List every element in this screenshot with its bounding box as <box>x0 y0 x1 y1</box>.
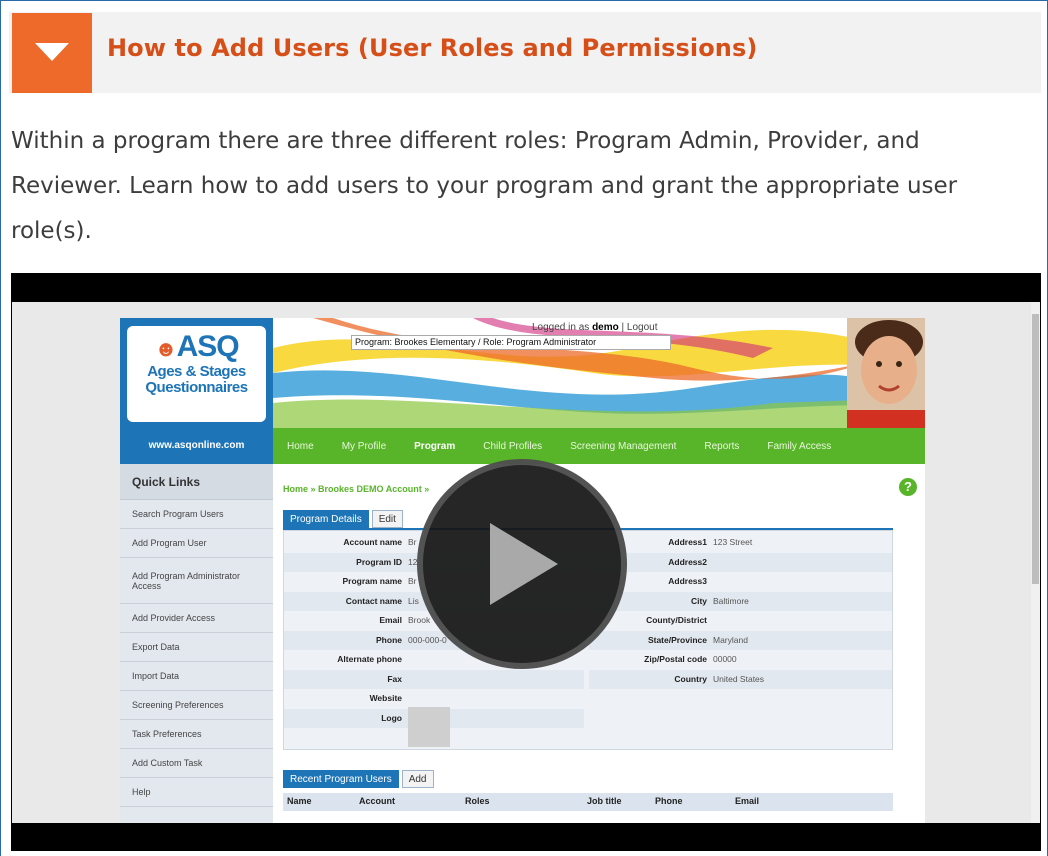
users-tabs: Recent Program Users Add <box>283 770 437 788</box>
quick-link-item: Add Program User <box>120 529 273 558</box>
quick-links-title: Quick Links <box>120 464 273 500</box>
help-icon: ? <box>899 478 917 496</box>
quick-link-item: Task Preferences <box>120 720 273 749</box>
breadcrumb: Home » Brookes DEMO Account » <box>283 484 430 494</box>
accordion-title[interactable]: How to Add Users (User Roles and Permiss… <box>107 34 757 62</box>
nav-screening-management: Screening Management <box>570 440 677 452</box>
details-label: Program ID <box>356 556 402 567</box>
login-status: Logged in as demo | Logout <box>532 322 658 333</box>
chevron-down-icon <box>35 43 69 61</box>
details-tabs: Program Details Edit <box>283 510 406 528</box>
details-label: Contact name <box>345 595 402 606</box>
details-value: Br <box>408 576 417 586</box>
details-row: Address2 <box>589 552 892 572</box>
details-row: Address3 <box>589 572 892 591</box>
tab-edit: Edit <box>371 510 403 528</box>
details-label: Fax <box>387 673 402 684</box>
details-label: Program name <box>342 576 402 586</box>
tab-program-details: Program Details <box>283 510 369 528</box>
details-value: Lis <box>408 595 419 606</box>
quick-link-item: Import Data <box>120 662 273 691</box>
users-column-header: Roles <box>465 796 490 806</box>
content-frame: How to Add Users (User Roles and Permiss… <box>0 0 1048 856</box>
users-column-header: Job title <box>587 796 622 806</box>
details-row: City Baltimore <box>589 591 892 611</box>
video-player[interactable]: ☻ASQ Ages & Stages Questionnaires www.as… <box>11 273 1041 851</box>
play-button[interactable] <box>417 459 627 669</box>
details-row: County/District <box>589 611 892 630</box>
nav-my-profile: My Profile <box>341 440 387 452</box>
logo-placeholder <box>408 707 450 747</box>
site-logo: ☻ASQ Ages & Stages Questionnaires <box>120 318 273 428</box>
details-label: State/Province <box>647 634 707 645</box>
quick-link-item: Add Program Administrator Access <box>120 558 273 604</box>
nav-child-profiles: Child Profiles <box>483 440 543 452</box>
quick-link-item: Screening Preferences <box>120 691 273 720</box>
details-value: 00000 <box>713 654 737 664</box>
details-value: Baltimore <box>713 595 749 606</box>
details-row: Zip/Postal code 00000 <box>589 650 892 669</box>
quick-link-item: Help <box>120 778 273 807</box>
details-label: Email <box>379 615 402 625</box>
details-label: Account name <box>343 537 402 547</box>
site-banner: Logged in as demo | Logout Program: Broo… <box>273 318 925 428</box>
site-nav: Home My Profile Program Child Profiles S… <box>273 428 925 464</box>
details-value: Br <box>408 537 417 547</box>
users-column-header: Email <box>735 796 760 806</box>
nav-reports: Reports <box>704 440 740 452</box>
details-value: 123 Street <box>713 537 753 547</box>
details-value: Brook <box>408 615 431 625</box>
details-value: Maryland <box>713 634 748 645</box>
details-row: Website <box>284 689 584 708</box>
details-label: Phone <box>376 634 402 645</box>
nav-home: Home <box>287 440 314 452</box>
quick-link-item: Search Program Users <box>120 500 273 529</box>
child-photo <box>847 318 925 428</box>
nav-program: Program <box>414 440 456 452</box>
users-column-header: Account <box>359 796 395 806</box>
details-row: Fax <box>284 669 584 689</box>
details-label: Logo <box>381 712 402 723</box>
details-label: Country <box>674 673 707 684</box>
details-row: Address1 123 Street <box>589 533 892 552</box>
site-url: www.asqonline.com <box>120 428 273 464</box>
nav-family-access: Family Access <box>767 440 832 452</box>
quick-link-item: Export Data <box>120 633 273 662</box>
details-value: 000-000-0 <box>408 634 447 645</box>
users-table-header: Name Account Roles Job title Phone Email <box>283 793 893 811</box>
tab-add: Add <box>401 770 434 788</box>
accordion-toggle-button[interactable] <box>12 13 92 93</box>
quick-link-item: Add Custom Task <box>120 749 273 778</box>
tab-recent-program-users: Recent Program Users <box>283 770 399 788</box>
details-row: State/Province Maryland <box>589 630 892 650</box>
details-label: Alternate phone <box>337 654 402 664</box>
quick-links-sidebar: Quick Links Search Program Users Add Pro… <box>120 464 273 823</box>
video-controls-bar <box>11 823 1041 851</box>
details-label: Zip/Postal code <box>644 654 707 664</box>
play-icon <box>490 523 558 605</box>
video-frame: ☻ASQ Ages & Stages Questionnaires www.as… <box>12 302 1040 823</box>
logout-link: Logout <box>626 322 658 333</box>
program-select: Program: Brookes Elementary / Role: Prog… <box>351 335 671 350</box>
details-row: Country United States <box>589 669 892 689</box>
video-scrollbar[interactable] <box>1031 302 1040 823</box>
details-value: United States <box>713 673 765 684</box>
users-column-header: Phone <box>655 796 683 806</box>
accordion-description: Within a program there are three differe… <box>11 128 958 244</box>
accordion-header[interactable]: How to Add Users (User Roles and Permiss… <box>9 12 1041 93</box>
users-column-header: Name <box>287 796 312 806</box>
quick-link-item: Add Provider Access <box>120 604 273 633</box>
details-label: Website <box>369 693 402 703</box>
